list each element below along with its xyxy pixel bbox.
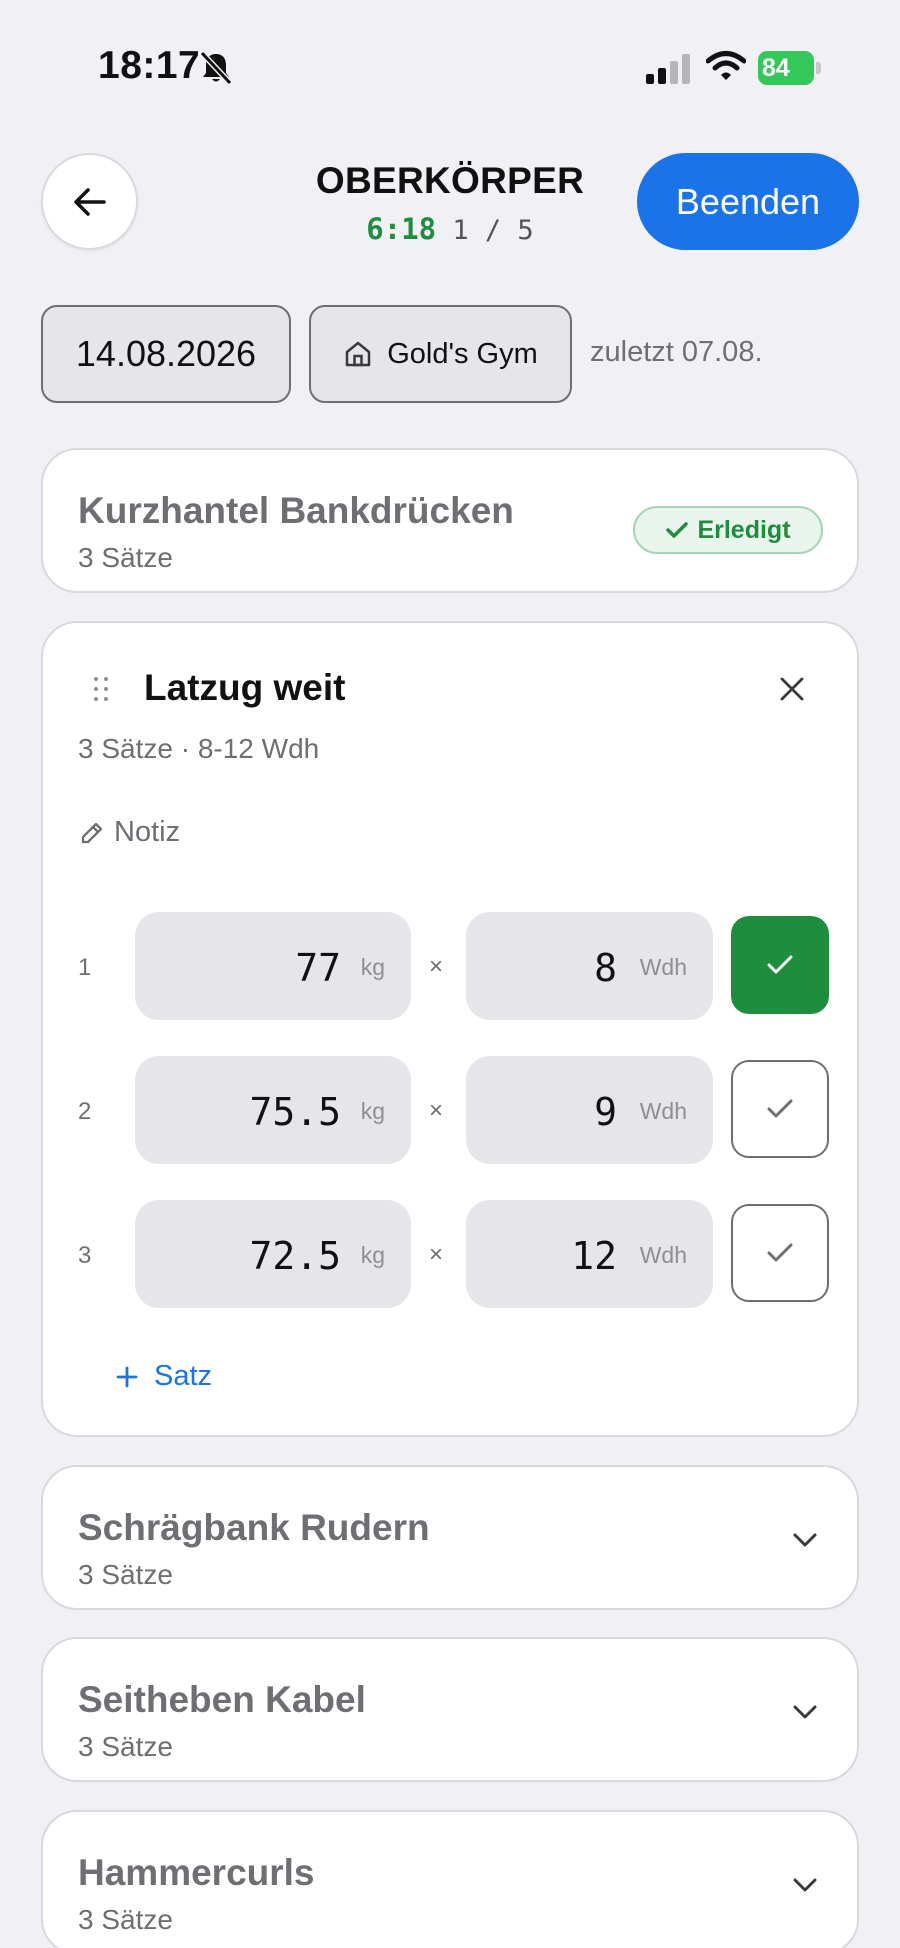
back-button[interactable] bbox=[41, 153, 138, 250]
weight-unit: kg bbox=[360, 954, 385, 980]
exercise-meta: 3 Sätze · 8-12 Wdh bbox=[78, 733, 320, 764]
battery-charging-icon: 84 bbox=[758, 51, 822, 85]
gym-label: Gold's Gym bbox=[387, 337, 538, 370]
reps-unit: Wdh bbox=[639, 1098, 687, 1124]
chevron-down-icon bbox=[793, 1878, 817, 1892]
weight-unit: kg bbox=[360, 1098, 385, 1124]
chevron-down-icon bbox=[793, 1705, 817, 1719]
exercise-name: Hammercurls bbox=[78, 1852, 315, 1893]
reps-unit: Wdh bbox=[639, 954, 687, 980]
exercise-sets: 3 Sätze bbox=[78, 1904, 173, 1935]
page-title: OBERKÖRPER bbox=[315, 160, 585, 201]
check-icon bbox=[666, 522, 689, 538]
weight-value: 77 bbox=[295, 946, 341, 990]
add-set-button[interactable]: Satz bbox=[116, 1360, 212, 1393]
set-number: 2 bbox=[78, 1098, 92, 1125]
wifi-icon bbox=[706, 51, 746, 80]
workout-timer: 6:18 bbox=[366, 212, 437, 246]
pencil-icon bbox=[81, 822, 103, 843]
weight-input[interactable]: 72.5 kg bbox=[135, 1200, 411, 1308]
weight-value: 72.5 bbox=[249, 1234, 341, 1278]
date-chip[interactable]: 14.08.2026 bbox=[41, 305, 291, 403]
bell-muted-icon bbox=[199, 50, 233, 86]
arrow-left-icon bbox=[73, 187, 106, 216]
note-button[interactable]: Notiz bbox=[78, 816, 180, 849]
chevron-down-icon bbox=[793, 1533, 817, 1547]
add-set-label: Satz bbox=[154, 1360, 213, 1392]
exercise-card[interactable]: Hammercurls 3 Sätze bbox=[41, 1810, 859, 1948]
exercise-name: Kurzhantel Bankdrücken bbox=[78, 490, 514, 531]
status-time: 18:17 bbox=[98, 44, 201, 87]
reps-value: 9 bbox=[594, 1090, 617, 1134]
reps-value: 12 bbox=[571, 1234, 617, 1278]
set-number: 3 bbox=[78, 1242, 92, 1269]
exercise-card[interactable]: Schrägbank Rudern 3 Sätze bbox=[41, 1465, 859, 1610]
battery-level: 84 bbox=[762, 54, 790, 82]
reps-input[interactable]: 8 Wdh bbox=[466, 912, 713, 1020]
check-icon bbox=[767, 1243, 793, 1262]
reps-value: 8 bbox=[594, 946, 617, 990]
exercise-counter: 1 / 5 bbox=[452, 215, 534, 246]
exercise-card-active: Latzug weit 3 Sätze · 8-12 Wdh Notiz 1 7… bbox=[41, 621, 859, 1437]
weight-input[interactable]: 77 kg bbox=[135, 912, 411, 1020]
reps-input[interactable]: 9 Wdh bbox=[466, 1056, 713, 1164]
exercise-sets: 3 Sätze bbox=[78, 1559, 173, 1590]
signal-icon bbox=[646, 54, 690, 84]
exercise-sets: 3 Sätze bbox=[78, 1731, 173, 1762]
home-icon bbox=[345, 341, 371, 367]
exercise-card[interactable]: Seitheben Kabel 3 Sätze bbox=[41, 1637, 859, 1782]
exercise-name: Latzug weit bbox=[144, 667, 346, 708]
set-done-toggle[interactable] bbox=[731, 1060, 829, 1158]
status-badge: Erledigt bbox=[633, 506, 823, 554]
last-workout-text: zuletzt 07.08. bbox=[590, 336, 763, 368]
check-icon bbox=[767, 1099, 793, 1118]
exercise-card-completed[interactable]: Kurzhantel Bankdrücken 3 Sätze Erledigt bbox=[41, 448, 859, 593]
set-number: 1 bbox=[78, 954, 92, 981]
check-icon bbox=[767, 955, 793, 974]
drag-handle-icon[interactable] bbox=[91, 675, 111, 703]
gym-chip[interactable]: Gold's Gym bbox=[309, 305, 572, 403]
close-icon[interactable] bbox=[779, 676, 805, 702]
weight-input[interactable]: 75.5 kg bbox=[135, 1056, 411, 1164]
workout-progress: 6:18 1 / 5 bbox=[300, 212, 600, 246]
finish-button[interactable]: Beenden bbox=[637, 153, 859, 250]
weight-unit: kg bbox=[360, 1242, 385, 1268]
exercise-name: Seitheben Kabel bbox=[78, 1679, 366, 1720]
reps-unit: Wdh bbox=[639, 1242, 687, 1268]
exercise-sets: 3 Sätze bbox=[78, 542, 173, 573]
exercise-name: Schrägbank Rudern bbox=[78, 1507, 430, 1548]
set-done-toggle[interactable] bbox=[731, 916, 829, 1014]
status-label: Erledigt bbox=[697, 515, 791, 544]
note-label: Notiz bbox=[114, 816, 181, 848]
reps-input[interactable]: 12 Wdh bbox=[466, 1200, 713, 1308]
plus-icon bbox=[116, 1366, 138, 1387]
weight-value: 75.5 bbox=[249, 1090, 341, 1134]
times-sign: × bbox=[429, 1241, 444, 1268]
times-sign: × bbox=[429, 1097, 444, 1124]
set-done-toggle[interactable] bbox=[731, 1204, 829, 1302]
times-sign: × bbox=[429, 953, 444, 980]
